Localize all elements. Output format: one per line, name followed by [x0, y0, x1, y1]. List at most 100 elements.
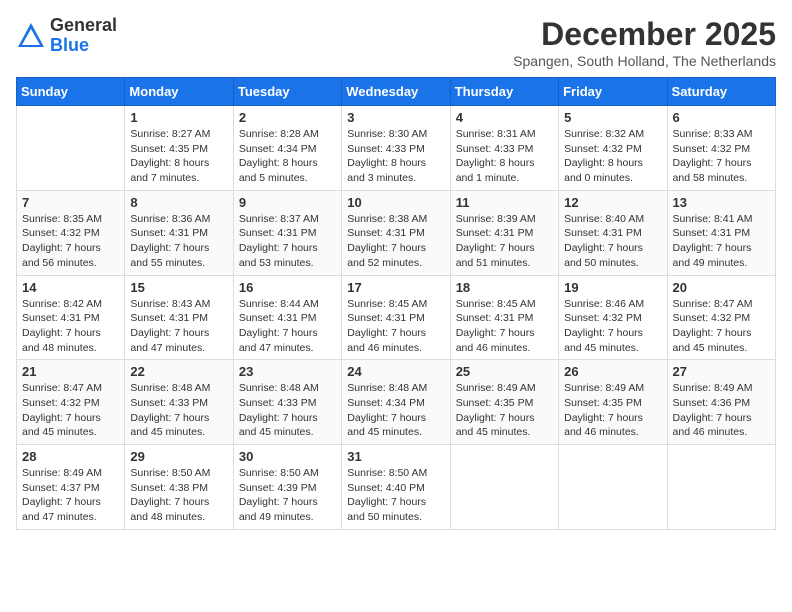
day-info: Sunrise: 8:38 AM Sunset: 4:31 PM Dayligh…: [347, 212, 444, 271]
day-number: 10: [347, 195, 444, 210]
calendar-cell: 31 Sunrise: 8:50 AM Sunset: 4:40 PM Dayli…: [342, 445, 450, 530]
day-number: 24: [347, 364, 444, 379]
calendar-cell: 24 Sunrise: 8:48 AM Sunset: 4:34 PM Dayli…: [342, 360, 450, 445]
logo-general-text: General: [50, 15, 117, 35]
calendar-cell: 2 Sunrise: 8:28 AM Sunset: 4:34 PM Daylig…: [233, 106, 341, 191]
calendar-cell: 11Sunrise: 8:39 AM Sunset: 4:31 PM Dayli…: [450, 190, 558, 275]
calendar-cell: 18 Sunrise: 8:45 AM Sunset: 4:31 PM Dayli…: [450, 275, 558, 360]
day-info: Sunrise: 8:45 AM Sunset: 4:31 PM Dayligh…: [456, 297, 553, 356]
calendar-week-2: 7Sunrise: 8:35 AM Sunset: 4:32 PM Daylig…: [17, 190, 776, 275]
weekday-header-tuesday: Tuesday: [233, 78, 341, 106]
day-info: Sunrise: 8:48 AM Sunset: 4:34 PM Dayligh…: [347, 381, 444, 440]
logo-text: General Blue: [50, 16, 117, 56]
calendar-cell: 3 Sunrise: 8:30 AM Sunset: 4:33 PM Daylig…: [342, 106, 450, 191]
calendar-week-3: 14 Sunrise: 8:42 AM Sunset: 4:31 PM Dayli…: [17, 275, 776, 360]
day-info: Sunrise: 8:48 AM Sunset: 4:33 PM Dayligh…: [239, 381, 336, 440]
calendar-cell: 8 Sunrise: 8:36 AM Sunset: 4:31 PM Daylig…: [125, 190, 233, 275]
calendar-cell: 29 Sunrise: 8:50 AM Sunset: 4:38 PM Dayli…: [125, 445, 233, 530]
day-info: Sunrise: 8:36 AM Sunset: 4:31 PM Dayligh…: [130, 212, 227, 271]
day-info: Sunrise: 8:49 AM Sunset: 4:35 PM Dayligh…: [456, 381, 553, 440]
calendar-cell: 4 Sunrise: 8:31 AM Sunset: 4:33 PM Daylig…: [450, 106, 558, 191]
day-info: Sunrise: 8:39 AM Sunset: 4:31 PM Dayligh…: [456, 212, 553, 271]
day-info: Sunrise: 8:33 AM Sunset: 4:32 PM Dayligh…: [673, 127, 770, 186]
calendar-cell: 14 Sunrise: 8:42 AM Sunset: 4:31 PM Dayli…: [17, 275, 125, 360]
day-number: 17: [347, 280, 444, 295]
calendar-cell: 27Sunrise: 8:49 AM Sunset: 4:36 PM Dayli…: [667, 360, 775, 445]
day-info: Sunrise: 8:42 AM Sunset: 4:31 PM Dayligh…: [22, 297, 119, 356]
day-info: Sunrise: 8:40 AM Sunset: 4:31 PM Dayligh…: [564, 212, 661, 271]
day-number: 1: [130, 110, 227, 125]
day-number: 31: [347, 449, 444, 464]
day-number: 20: [673, 280, 770, 295]
day-number: 18: [456, 280, 553, 295]
calendar-cell: 28Sunrise: 8:49 AM Sunset: 4:37 PM Dayli…: [17, 445, 125, 530]
day-info: Sunrise: 8:49 AM Sunset: 4:36 PM Dayligh…: [673, 381, 770, 440]
day-number: 22: [130, 364, 227, 379]
calendar-cell: 1Sunrise: 8:27 AM Sunset: 4:35 PM Daylig…: [125, 106, 233, 191]
calendar-table: SundayMondayTuesdayWednesdayThursdayFrid…: [16, 77, 776, 530]
day-info: Sunrise: 8:46 AM Sunset: 4:32 PM Dayligh…: [564, 297, 661, 356]
day-number: 3: [347, 110, 444, 125]
day-info: Sunrise: 8:43 AM Sunset: 4:31 PM Dayligh…: [130, 297, 227, 356]
day-info: Sunrise: 8:37 AM Sunset: 4:31 PM Dayligh…: [239, 212, 336, 271]
weekday-header-thursday: Thursday: [450, 78, 558, 106]
title-area: December 2025 Spangen, South Holland, Th…: [513, 16, 776, 69]
calendar-week-4: 21 Sunrise: 8:47 AM Sunset: 4:32 PM Dayli…: [17, 360, 776, 445]
weekday-header-saturday: Saturday: [667, 78, 775, 106]
day-number: 13: [673, 195, 770, 210]
day-number: 29: [130, 449, 227, 464]
day-number: 16: [239, 280, 336, 295]
day-info: Sunrise: 8:45 AM Sunset: 4:31 PM Dayligh…: [347, 297, 444, 356]
month-title: December 2025: [513, 16, 776, 53]
calendar-cell: 25 Sunrise: 8:49 AM Sunset: 4:35 PM Dayli…: [450, 360, 558, 445]
calendar-header-row: SundayMondayTuesdayWednesdayThursdayFrid…: [17, 78, 776, 106]
day-number: 7: [22, 195, 119, 210]
calendar-cell: 22 Sunrise: 8:48 AM Sunset: 4:33 PM Dayli…: [125, 360, 233, 445]
calendar-cell: 12 Sunrise: 8:40 AM Sunset: 4:31 PM Dayli…: [559, 190, 667, 275]
calendar-cell: [17, 106, 125, 191]
day-number: 6: [673, 110, 770, 125]
day-number: 15: [130, 280, 227, 295]
day-info: Sunrise: 8:49 AM Sunset: 4:35 PM Dayligh…: [564, 381, 661, 440]
calendar-cell: [450, 445, 558, 530]
calendar-week-1: 1Sunrise: 8:27 AM Sunset: 4:35 PM Daylig…: [17, 106, 776, 191]
calendar-cell: 16 Sunrise: 8:44 AM Sunset: 4:31 PM Dayli…: [233, 275, 341, 360]
weekday-header-sunday: Sunday: [17, 78, 125, 106]
day-number: 12: [564, 195, 661, 210]
day-number: 23: [239, 364, 336, 379]
calendar-cell: 21 Sunrise: 8:47 AM Sunset: 4:32 PM Dayli…: [17, 360, 125, 445]
calendar-cell: 13 Sunrise: 8:41 AM Sunset: 4:31 PM Dayli…: [667, 190, 775, 275]
calendar-cell: 17 Sunrise: 8:45 AM Sunset: 4:31 PM Dayli…: [342, 275, 450, 360]
calendar-cell: [559, 445, 667, 530]
calendar-cell: 19 Sunrise: 8:46 AM Sunset: 4:32 PM Dayli…: [559, 275, 667, 360]
day-info: Sunrise: 8:50 AM Sunset: 4:40 PM Dayligh…: [347, 466, 444, 525]
day-info: Sunrise: 8:41 AM Sunset: 4:31 PM Dayligh…: [673, 212, 770, 271]
weekday-header-friday: Friday: [559, 78, 667, 106]
day-info: Sunrise: 8:50 AM Sunset: 4:38 PM Dayligh…: [130, 466, 227, 525]
day-info: Sunrise: 8:47 AM Sunset: 4:32 PM Dayligh…: [22, 381, 119, 440]
calendar-cell: 5Sunrise: 8:32 AM Sunset: 4:32 PM Daylig…: [559, 106, 667, 191]
day-number: 14: [22, 280, 119, 295]
day-number: 2: [239, 110, 336, 125]
day-info: Sunrise: 8:48 AM Sunset: 4:33 PM Dayligh…: [130, 381, 227, 440]
day-info: Sunrise: 8:28 AM Sunset: 4:34 PM Dayligh…: [239, 127, 336, 186]
day-number: 8: [130, 195, 227, 210]
page-header: General Blue December 2025 Spangen, Sout…: [16, 16, 776, 69]
calendar-cell: 26Sunrise: 8:49 AM Sunset: 4:35 PM Dayli…: [559, 360, 667, 445]
day-number: 25: [456, 364, 553, 379]
calendar-cell: 23 Sunrise: 8:48 AM Sunset: 4:33 PM Dayli…: [233, 360, 341, 445]
logo-blue-text: Blue: [50, 35, 89, 55]
logo: General Blue: [16, 16, 117, 56]
day-info: Sunrise: 8:50 AM Sunset: 4:39 PM Dayligh…: [239, 466, 336, 525]
day-info: Sunrise: 8:44 AM Sunset: 4:31 PM Dayligh…: [239, 297, 336, 356]
day-info: Sunrise: 8:30 AM Sunset: 4:33 PM Dayligh…: [347, 127, 444, 186]
day-info: Sunrise: 8:32 AM Sunset: 4:32 PM Dayligh…: [564, 127, 661, 186]
day-info: Sunrise: 8:49 AM Sunset: 4:37 PM Dayligh…: [22, 466, 119, 525]
calendar-cell: 9 Sunrise: 8:37 AM Sunset: 4:31 PM Daylig…: [233, 190, 341, 275]
day-number: 21: [22, 364, 119, 379]
day-number: 4: [456, 110, 553, 125]
day-info: Sunrise: 8:31 AM Sunset: 4:33 PM Dayligh…: [456, 127, 553, 186]
calendar-week-5: 28Sunrise: 8:49 AM Sunset: 4:37 PM Dayli…: [17, 445, 776, 530]
day-number: 9: [239, 195, 336, 210]
day-number: 19: [564, 280, 661, 295]
